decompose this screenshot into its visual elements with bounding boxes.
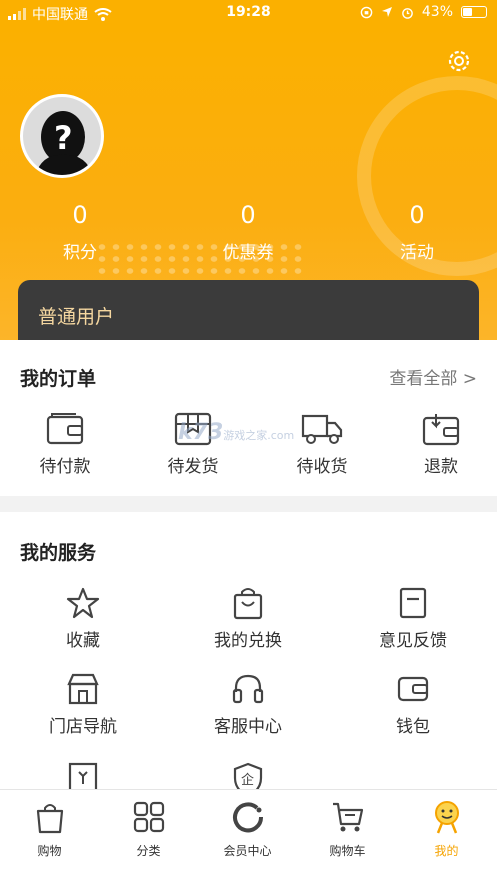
service-store-navigation[interactable]: 门店导航: [18, 672, 148, 737]
wallet-icon: [46, 413, 84, 445]
tab-shopping-label: 购物: [37, 844, 62, 858]
member-icon: [232, 802, 263, 833]
points-stat[interactable]: 0 积分: [20, 200, 140, 263]
tab-shopping[interactable]: 购物: [0, 800, 99, 859]
bag-icon: [36, 804, 63, 834]
tab-categories[interactable]: 分类: [99, 800, 198, 859]
service-favorites-label: 收藏: [66, 631, 100, 651]
order-refund[interactable]: 退款: [386, 412, 496, 477]
tab-profile[interactable]: 我的: [397, 800, 496, 859]
status-icons: 43%: [360, 4, 487, 20]
profile-icon: [434, 801, 459, 834]
service-customer-support[interactable]: 客服中心: [183, 672, 313, 737]
view-all-orders-link[interactable]: 查看全部 >: [389, 364, 477, 389]
service-redemptions[interactable]: 我的兑换: [183, 586, 313, 651]
services-section: 我的服务 收藏 我的兑换 意见反馈 门店导航 客服中心 钱包 企: [0, 512, 497, 802]
service-feedback-label: 意见反馈: [379, 631, 447, 651]
gift-card-icon[interactable]: [66, 762, 100, 792]
member-level-label: 普通用户: [38, 306, 115, 328]
service-wallet[interactable]: 钱包: [348, 672, 478, 737]
lock-rotation-icon: [360, 6, 373, 18]
activities-stat[interactable]: 0 活动: [357, 200, 477, 263]
refund-icon: [422, 414, 460, 446]
tab-categories-label: 分类: [136, 844, 161, 858]
order-pending-receipt-label: 待收货: [296, 457, 348, 477]
coupons-value: 0: [240, 201, 256, 229]
coupons-label: 优惠券: [222, 243, 274, 263]
service-wallet-label: 钱包: [396, 717, 430, 737]
order-pending-shipment-label: 待发货: [167, 457, 219, 477]
alarm-icon: [402, 7, 413, 19]
status-bar: 中国联通 19:28 43%: [0, 0, 497, 26]
feedback-icon: [399, 587, 427, 619]
points-label: 积分: [63, 243, 97, 263]
battery-icon: [461, 6, 487, 18]
svg-text:?: ?: [54, 119, 73, 157]
tab-cart[interactable]: 购物车: [298, 800, 397, 859]
unknown-user-icon: ?: [35, 111, 93, 175]
service-customer-support-label: 客服中心: [214, 717, 282, 737]
star-icon: [66, 587, 100, 619]
watermark-sub: 游戏之家: [223, 429, 268, 442]
orders-section: 我的订单 查看全部 > 待付款 待发货 待收货 退款: [0, 340, 497, 496]
service-feedback[interactable]: 意见反馈: [348, 586, 478, 651]
member-level-card[interactable]: 普通用户: [18, 280, 479, 344]
tab-member-center[interactable]: 会员中心: [198, 800, 297, 859]
shopping-bag-icon: [233, 588, 263, 620]
avatar[interactable]: ?: [20, 94, 104, 178]
services-title: 我的服务: [20, 542, 97, 564]
watermark-text: k73: [178, 420, 224, 445]
cart-icon: [332, 802, 363, 832]
coupons-stat[interactable]: 0 优惠券: [188, 200, 308, 263]
headset-icon: [232, 674, 264, 704]
enterprise-shield-icon[interactable]: 企: [231, 762, 265, 792]
svg-text:企: 企: [241, 772, 254, 788]
settings-gear-icon[interactable]: [444, 46, 474, 76]
battery-percent: 43%: [421, 4, 453, 20]
service-redemptions-label: 我的兑换: [214, 631, 282, 651]
store-icon: [67, 673, 99, 705]
watermark: k73游戏之家.com: [178, 420, 294, 445]
tab-cart-label: 购物车: [329, 844, 366, 858]
service-store-navigation-label: 门店导航: [49, 717, 117, 737]
truck-icon: [301, 414, 343, 444]
activities-label: 活动: [400, 243, 434, 263]
orders-title: 我的订单: [20, 368, 97, 390]
activities-value: 0: [409, 201, 425, 229]
tab-profile-label: 我的: [434, 844, 459, 858]
tab-member-center-label: 会员中心: [223, 844, 272, 858]
order-pending-payment-label: 待付款: [39, 457, 91, 477]
wallet-icon: [397, 676, 429, 702]
watermark-domain: .com: [267, 429, 295, 442]
location-icon: [381, 7, 392, 17]
points-value: 0: [72, 201, 88, 229]
service-favorites[interactable]: 收藏: [18, 586, 148, 651]
bottom-tab-bar: 购物 分类 会员中心 购物车 我的: [0, 789, 497, 883]
grid-icon: [133, 801, 164, 833]
order-refund-label: 退款: [424, 457, 458, 477]
order-pending-payment[interactable]: 待付款: [10, 412, 120, 477]
